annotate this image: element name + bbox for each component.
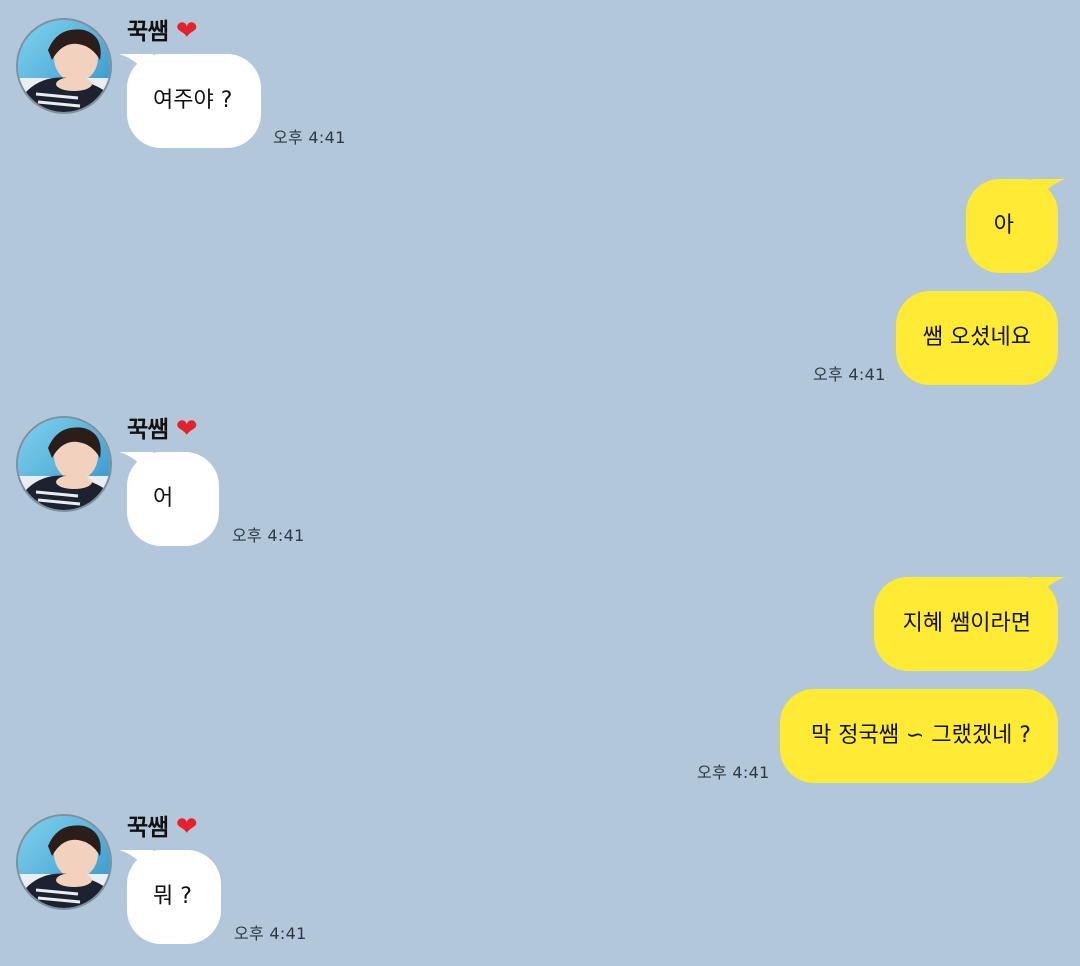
bubble-tail (119, 452, 153, 478)
message-bubble[interactable]: 어 (119, 452, 219, 546)
heart-icon: ❤ (175, 812, 198, 842)
bubble-tail (119, 54, 153, 80)
message-bubble[interactable]: 지혜 쌤이라면 (874, 577, 1066, 671)
message-bubble[interactable]: 아 (966, 179, 1066, 273)
message-text: 아 (993, 213, 1014, 238)
heart-icon: ❤ (175, 414, 198, 444)
message-text: 뭐 ? (153, 884, 192, 909)
message-bubble[interactable]: 여주야 ? (119, 54, 261, 148)
message-time: 오후 4:41 (273, 128, 346, 147)
message-text: 여주야 ? (153, 88, 233, 113)
profile-avatar[interactable] (16, 18, 112, 114)
message-text: 지혜 쌤이라면 (902, 611, 1031, 636)
message-text: 막 정국쌤 ∽ 그랬겠네 ? (810, 723, 1031, 748)
message-time: 오후 4:41 (234, 924, 307, 943)
bubble-tail (1032, 577, 1066, 603)
message-time: 오후 4:41 (697, 763, 770, 782)
sender-name: 꾹쌤 ❤ (127, 16, 198, 46)
sender-name: 꾹쌤 ❤ (127, 812, 198, 842)
message-text: 쌤 오셨네요 (922, 325, 1031, 350)
profile-photo-icon (18, 816, 110, 908)
message-text: 어 (153, 486, 174, 511)
message-time: 오후 4:41 (813, 365, 886, 384)
chat-room: 꾹쌤 ❤ 여주야 ? 오후 4:41 아 쌤 오셨네요 오후 4:41 꾹쌤 ❤… (0, 0, 1080, 966)
bubble-tail (119, 850, 153, 876)
message-bubble[interactable]: 막 정국쌤 ∽ 그랬겠네 ? (780, 689, 1058, 783)
profile-avatar[interactable] (16, 814, 112, 910)
message-time: 오후 4:41 (232, 526, 305, 545)
bubble-tail (1032, 179, 1066, 205)
heart-icon: ❤ (175, 16, 198, 46)
profile-avatar[interactable] (16, 416, 112, 512)
profile-photo-icon (18, 418, 110, 510)
sender-name: 꾹쌤 ❤ (127, 414, 198, 444)
message-bubble[interactable]: 뭐 ? (119, 850, 221, 944)
profile-photo-icon (18, 20, 110, 112)
message-bubble[interactable]: 쌤 오셨네요 (896, 291, 1058, 385)
